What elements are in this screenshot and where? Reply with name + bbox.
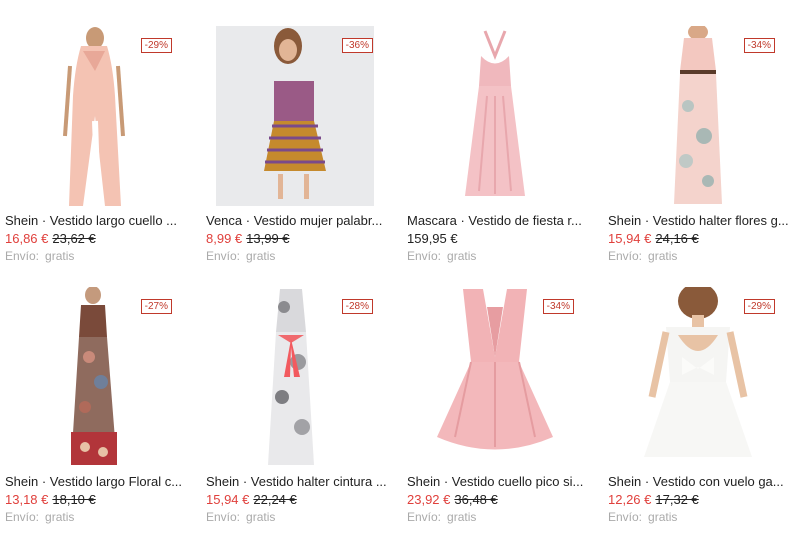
- shipping-info: Envío: gratis: [608, 510, 677, 524]
- product-image[interactable]: [608, 26, 789, 211]
- shipping-label: Envío:: [206, 510, 241, 524]
- shipping-info: Envío: gratis: [407, 249, 476, 263]
- product-title[interactable]: Shein · Vestido halter cintura ...: [206, 474, 388, 489]
- price-row: 16,86 €23,62 €: [5, 231, 96, 246]
- original-price: 22,24 €: [253, 492, 297, 507]
- sale-price: 13,18 €: [5, 492, 49, 507]
- sale-price: 23,92 €: [407, 492, 451, 507]
- sale-price: 12,26 €: [608, 492, 652, 507]
- shipping-value: gratis: [648, 510, 678, 524]
- shipping-label: Envío:: [608, 249, 643, 263]
- product-card[interactable]: -29% Shein · Vestido largo cuello ... 16…: [5, 26, 190, 281]
- discount-badge: -28%: [341, 299, 373, 314]
- shipping-value: gratis: [648, 249, 678, 263]
- product-image[interactable]: [206, 26, 391, 211]
- discount-badge: -29%: [743, 299, 775, 314]
- shipping-label: Envío:: [5, 249, 40, 263]
- product-image[interactable]: [5, 26, 190, 211]
- price: 159,95 €: [407, 231, 458, 246]
- product-image[interactable]: [5, 287, 190, 472]
- product-title[interactable]: Shein · Vestido con vuelo ga...: [608, 474, 789, 489]
- shipping-info: Envío: gratis: [206, 510, 275, 524]
- product-title[interactable]: Shein · Vestido largo cuello ...: [5, 213, 187, 228]
- original-price: 36,48 €: [454, 492, 498, 507]
- product-title[interactable]: Shein · Vestido cuello pico si...: [407, 474, 589, 489]
- original-price: 23,62 €: [52, 231, 96, 246]
- original-price: 17,32 €: [655, 492, 699, 507]
- product-card[interactable]: -36% Venca · Vestido mujer palabr... 8,9…: [206, 26, 391, 281]
- price-row: 13,18 €18,10 €: [5, 492, 96, 507]
- price-row: 15,94 €22,24 €: [206, 492, 297, 507]
- price-row: 12,26 €17,32 €: [608, 492, 699, 507]
- shipping-info: Envío: gratis: [608, 249, 677, 263]
- original-price: 13,99 €: [246, 231, 290, 246]
- product-card[interactable]: -34% Shein · Vestido cuello pico si... 2…: [407, 287, 592, 542]
- discount-badge: -36%: [341, 38, 373, 53]
- shipping-value: gratis: [246, 249, 276, 263]
- sale-price: 16,86 €: [5, 231, 49, 246]
- product-grid: -29% Shein · Vestido largo cuello ... 16…: [0, 0, 789, 529]
- product-card[interactable]: -29% Shein · Vestido con vuelo ga... 12,…: [608, 287, 789, 542]
- product-card[interactable]: -28% Shein · Vestido halter cintura ... …: [206, 287, 391, 542]
- shipping-value: gratis: [45, 510, 75, 524]
- sale-price: 15,94 €: [206, 492, 250, 507]
- shipping-value: gratis: [447, 249, 477, 263]
- product-title[interactable]: Venca · Vestido mujer palabr...: [206, 213, 388, 228]
- shipping-label: Envío:: [407, 510, 442, 524]
- product-image[interactable]: [206, 287, 391, 472]
- product-card[interactable]: -34% Shein · Vestido halter flores g... …: [608, 26, 789, 281]
- product-image[interactable]: [407, 26, 592, 211]
- discount-badge: -34%: [542, 299, 574, 314]
- price-row: 8,99 €13,99 €: [206, 231, 290, 246]
- product-title[interactable]: Shein · Vestido halter flores g...: [608, 213, 789, 228]
- discount-badge: -29%: [140, 38, 172, 53]
- shipping-label: Envío:: [608, 510, 643, 524]
- shipping-info: Envío: gratis: [5, 249, 74, 263]
- original-price: 24,16 €: [655, 231, 699, 246]
- shipping-info: Envío: gratis: [407, 510, 476, 524]
- price-row: 23,92 €36,48 €: [407, 492, 498, 507]
- shipping-value: gratis: [447, 510, 477, 524]
- discount-badge: -27%: [140, 299, 172, 314]
- product-image[interactable]: [407, 287, 592, 472]
- original-price: 18,10 €: [52, 492, 96, 507]
- product-title[interactable]: Shein · Vestido largo Floral c...: [5, 474, 187, 489]
- price-row: 159,95 €: [407, 231, 458, 246]
- shipping-value: gratis: [45, 249, 75, 263]
- shipping-label: Envío:: [5, 510, 40, 524]
- discount-badge: -34%: [743, 38, 775, 53]
- sale-price: 15,94 €: [608, 231, 652, 246]
- sale-price: 8,99 €: [206, 231, 243, 246]
- shipping-label: Envío:: [407, 249, 442, 263]
- price-row: 15,94 €24,16 €: [608, 231, 699, 246]
- product-card[interactable]: -27% Shein · Vestido largo Floral c... 1…: [5, 287, 190, 542]
- shipping-label: Envío:: [206, 249, 241, 263]
- product-title[interactable]: Mascara · Vestido de fiesta r...: [407, 213, 589, 228]
- shipping-info: Envío: gratis: [206, 249, 275, 263]
- product-card[interactable]: Mascara · Vestido de fiesta r... 159,95 …: [407, 26, 592, 281]
- product-image[interactable]: [608, 287, 789, 472]
- shipping-info: Envío: gratis: [5, 510, 74, 524]
- shipping-value: gratis: [246, 510, 276, 524]
